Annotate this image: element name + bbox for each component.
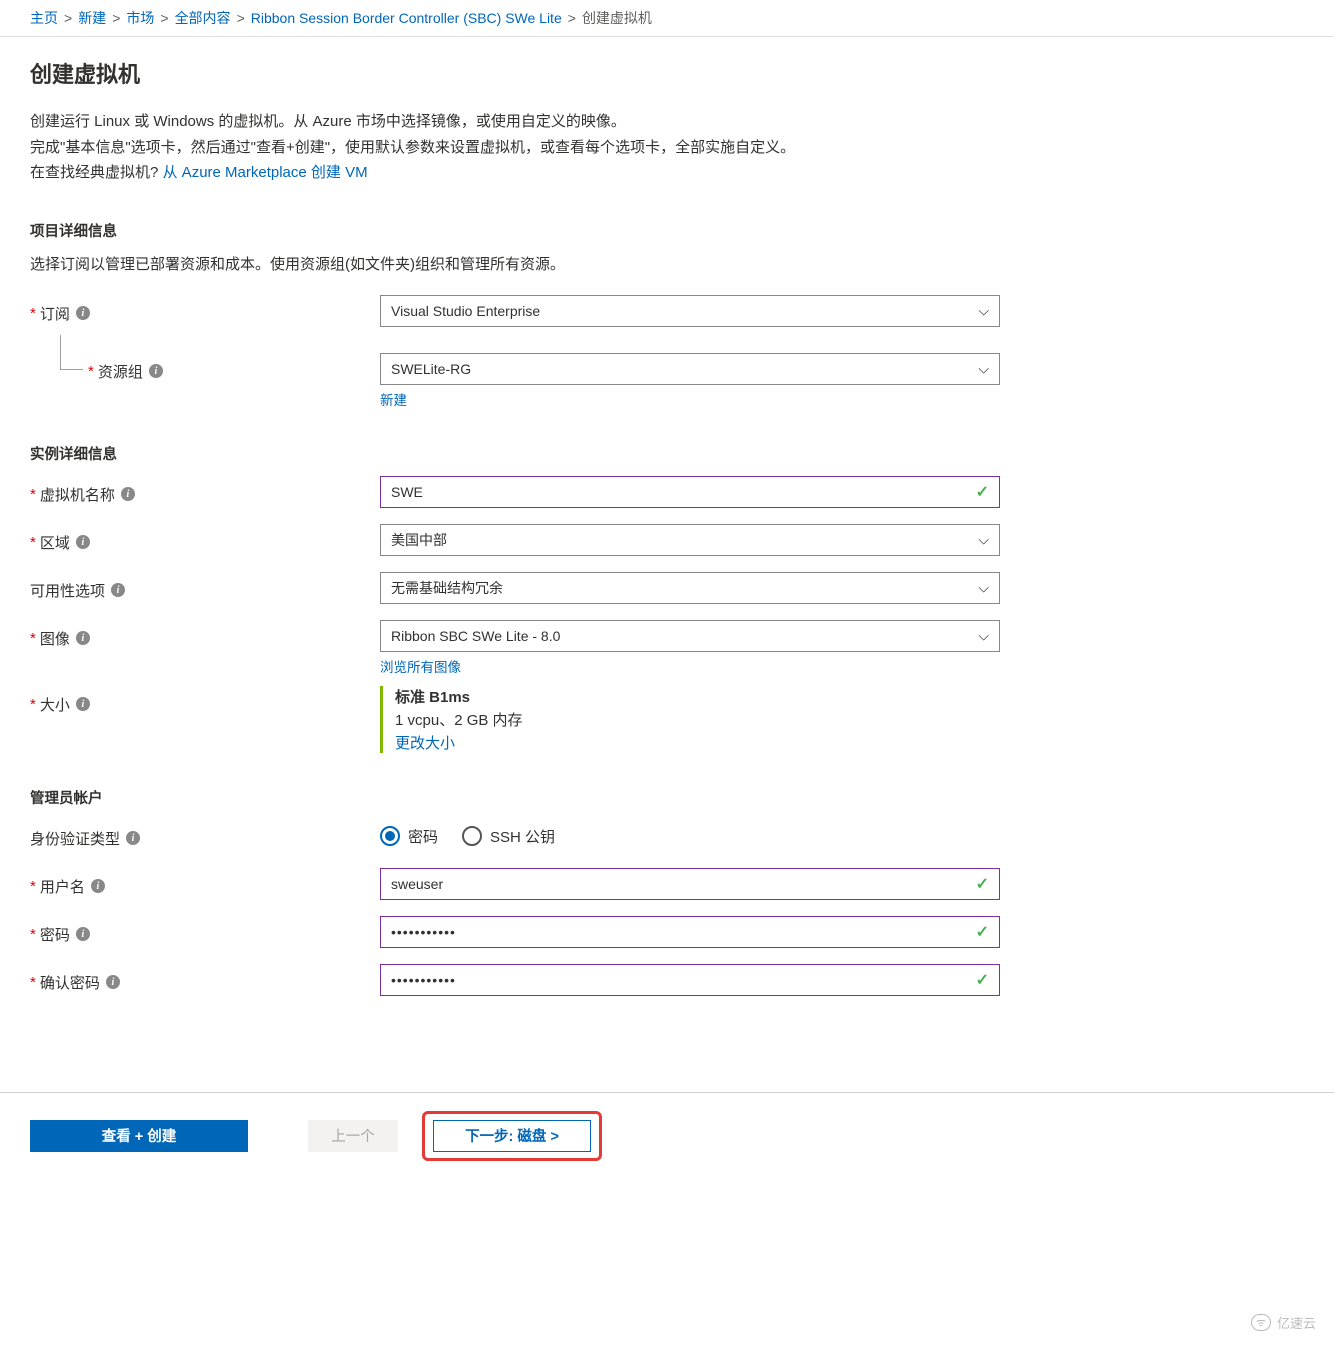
check-icon: ✓	[976, 482, 989, 502]
breadcrumb-separator: >	[160, 10, 168, 26]
intro-line1: 创建运行 Linux 或 Windows 的虚拟机。从 Azure 市场中选择镜…	[30, 109, 1050, 135]
page-title: 创建虚拟机	[30, 57, 1050, 89]
label-image: * 图像 i	[30, 620, 380, 649]
radio-auth-password[interactable]: 密码	[380, 826, 438, 847]
label-auth-type: 身份验证类型 i	[30, 820, 380, 849]
info-icon[interactable]: i	[111, 583, 125, 597]
link-new-resource-group[interactable]: 新建	[380, 389, 407, 409]
label-availability: 可用性选项 i	[30, 572, 380, 601]
info-icon[interactable]: i	[76, 697, 90, 711]
link-change-size[interactable]: 更改大小	[395, 735, 455, 752]
breadcrumb-link-market[interactable]: 市场	[126, 8, 154, 28]
size-block: 标准 B1ms 1 vcpu、2 GB 内存 更改大小	[380, 686, 1000, 753]
radio-icon	[380, 826, 400, 846]
link-browse-images[interactable]: 浏览所有图像	[380, 656, 461, 676]
breadcrumb: 主页 > 新建 > 市场 > 全部内容 > Ribbon Session Bor…	[0, 0, 1334, 37]
radio-auth-ssh[interactable]: SSH 公钥	[462, 826, 555, 847]
size-name: 标准 B1ms	[395, 686, 1000, 707]
breadcrumb-separator: >	[64, 10, 72, 26]
label-resource-group: * 资源组 i	[30, 353, 380, 382]
check-icon: ✓	[976, 970, 989, 990]
intro-line3-prefix: 在查找经典虚拟机?	[30, 164, 163, 181]
dropdown-image[interactable]: Ribbon SBC SWe Lite - 8.0 ⌵	[380, 620, 1000, 652]
label-confirm-password: * 确认密码 i	[30, 964, 380, 993]
check-icon: ✓	[976, 874, 989, 894]
watermark: ᯤ 亿速云	[1251, 1313, 1316, 1332]
info-icon[interactable]: i	[149, 364, 163, 378]
section-heading-admin: 管理员帐户	[30, 787, 1050, 808]
label-vm-name: * 虚拟机名称 i	[30, 476, 380, 505]
chevron-down-icon: ⌵	[978, 531, 989, 548]
dropdown-resource-group[interactable]: SWELite-RG ⌵	[380, 353, 1000, 385]
info-icon[interactable]: i	[126, 831, 140, 845]
label-username: * 用户名 i	[30, 868, 380, 897]
chevron-down-icon: ⌵	[978, 579, 989, 596]
breadcrumb-link-product[interactable]: Ribbon Session Border Controller (SBC) S…	[251, 10, 562, 26]
info-icon[interactable]: i	[106, 975, 120, 989]
input-vm-name[interactable]: SWE ✓	[380, 476, 1000, 508]
breadcrumb-separator: >	[237, 10, 245, 26]
next-button[interactable]: 下一步: 磁盘 >	[433, 1120, 591, 1152]
info-icon[interactable]: i	[76, 306, 90, 320]
info-icon[interactable]: i	[91, 879, 105, 893]
dropdown-region[interactable]: 美国中部 ⌵	[380, 524, 1000, 556]
info-icon[interactable]: i	[76, 535, 90, 549]
chevron-down-icon: ⌵	[978, 302, 989, 319]
section-desc-project: 选择订阅以管理已部署资源和成本。使用资源组(如文件夹)组织和管理所有资源。	[30, 253, 1050, 277]
breadcrumb-link-all[interactable]: 全部内容	[175, 8, 231, 28]
label-size: * 大小 i	[30, 686, 380, 715]
info-icon[interactable]: i	[76, 631, 90, 645]
breadcrumb-link-new[interactable]: 新建	[78, 8, 106, 28]
input-username[interactable]: sweuser ✓	[380, 868, 1000, 900]
highlight-box: 下一步: 磁盘 >	[422, 1111, 602, 1161]
label-subscription: * 订阅 i	[30, 295, 380, 324]
breadcrumb-separator: >	[568, 10, 576, 26]
watermark-icon: ᯤ	[1251, 1314, 1271, 1331]
breadcrumb-link-home[interactable]: 主页	[30, 8, 58, 28]
check-icon: ✓	[976, 922, 989, 942]
link-create-classic-vm[interactable]: 从 Azure Marketplace 创建 VM	[163, 164, 368, 181]
intro-text: 创建运行 Linux 或 Windows 的虚拟机。从 Azure 市场中选择镜…	[30, 109, 1050, 186]
section-heading-project: 项目详细信息	[30, 220, 1050, 241]
info-icon[interactable]: i	[121, 487, 135, 501]
previous-button[interactable]: 上一个	[308, 1120, 398, 1152]
dropdown-availability[interactable]: 无需基础结构冗余 ⌵	[380, 572, 1000, 604]
label-password: * 密码 i	[30, 916, 380, 945]
footer-bar: 查看 + 创建 上一个 下一步: 磁盘 >	[0, 1092, 1334, 1201]
input-password[interactable]: ••••••••••• ✓	[380, 916, 1000, 948]
breadcrumb-current: 创建虚拟机	[582, 8, 652, 28]
review-create-button[interactable]: 查看 + 创建	[30, 1120, 248, 1152]
info-icon[interactable]: i	[76, 927, 90, 941]
chevron-down-icon: ⌵	[978, 360, 989, 377]
size-desc: 1 vcpu、2 GB 内存	[395, 709, 1000, 730]
breadcrumb-separator: >	[112, 10, 120, 26]
label-region: * 区域 i	[30, 524, 380, 553]
input-confirm-password[interactable]: ••••••••••• ✓	[380, 964, 1000, 996]
section-heading-instance: 实例详细信息	[30, 443, 1050, 464]
intro-line2: 完成"基本信息"选项卡，然后通过"查看+创建"，使用默认参数来设置虚拟机，或查看…	[30, 135, 1050, 161]
radio-icon	[462, 826, 482, 846]
chevron-down-icon: ⌵	[978, 627, 989, 644]
dropdown-subscription[interactable]: Visual Studio Enterprise ⌵	[380, 295, 1000, 327]
